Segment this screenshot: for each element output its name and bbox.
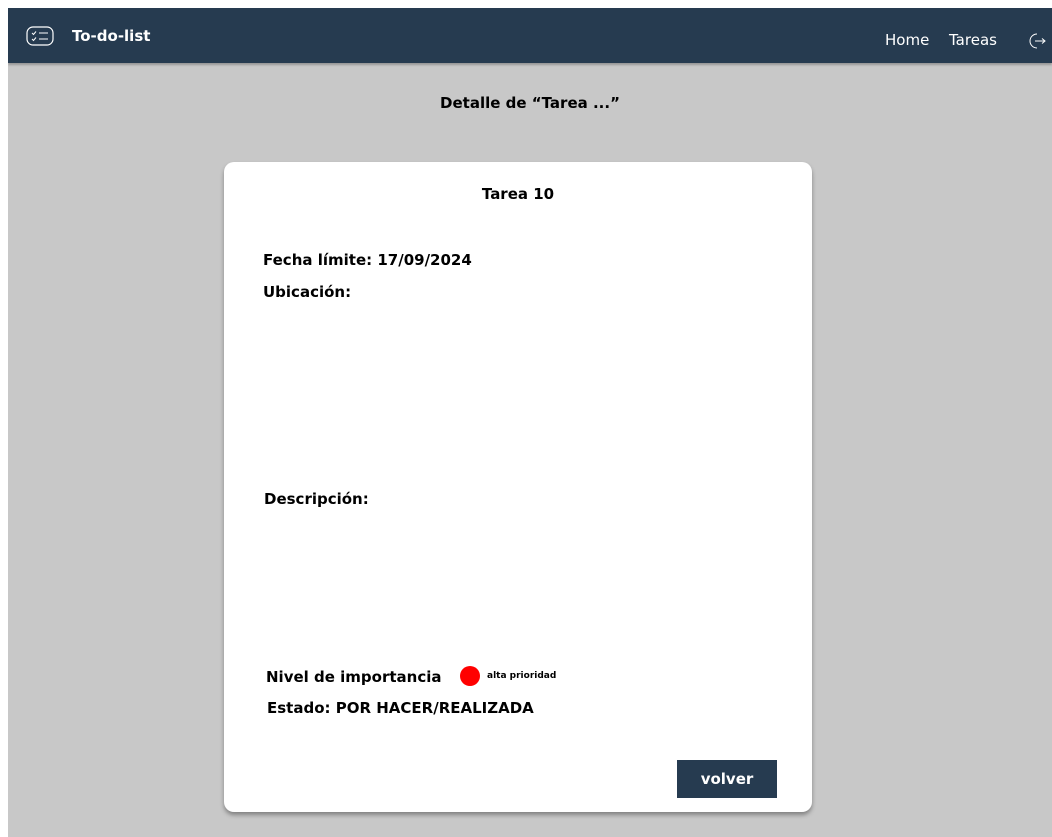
priority-indicator <box>460 666 480 686</box>
navbar: To-do-list Home Tareas <box>8 8 1052 63</box>
location-label: Ubicación: <box>263 283 352 301</box>
nav-home-link[interactable]: Home <box>885 30 929 50</box>
back-button[interactable]: volver <box>677 760 777 798</box>
nav-tareas-link[interactable]: Tareas <box>949 30 997 50</box>
due-date: Fecha límite: 17/09/2024 <box>263 251 472 269</box>
description-label: Descripción: <box>264 490 369 508</box>
app-frame: To-do-list Home Tareas Detalle de “Tarea… <box>8 8 1052 837</box>
task-detail-card: Tarea 10 Fecha límite: 17/09/2024 Ubicac… <box>224 162 812 812</box>
priority-label: alta prioridad <box>487 671 557 681</box>
brand-title: To-do-list <box>72 27 151 45</box>
page-title: Detalle de “Tarea ...” <box>440 94 620 112</box>
checklist-icon <box>26 26 54 46</box>
logout-icon[interactable] <box>1028 32 1048 50</box>
task-title: Tarea 10 <box>481 185 555 203</box>
importance-label: Nivel de importancia <box>266 668 442 686</box>
status-text: Estado: POR HACER/REALIZADA <box>267 699 534 717</box>
